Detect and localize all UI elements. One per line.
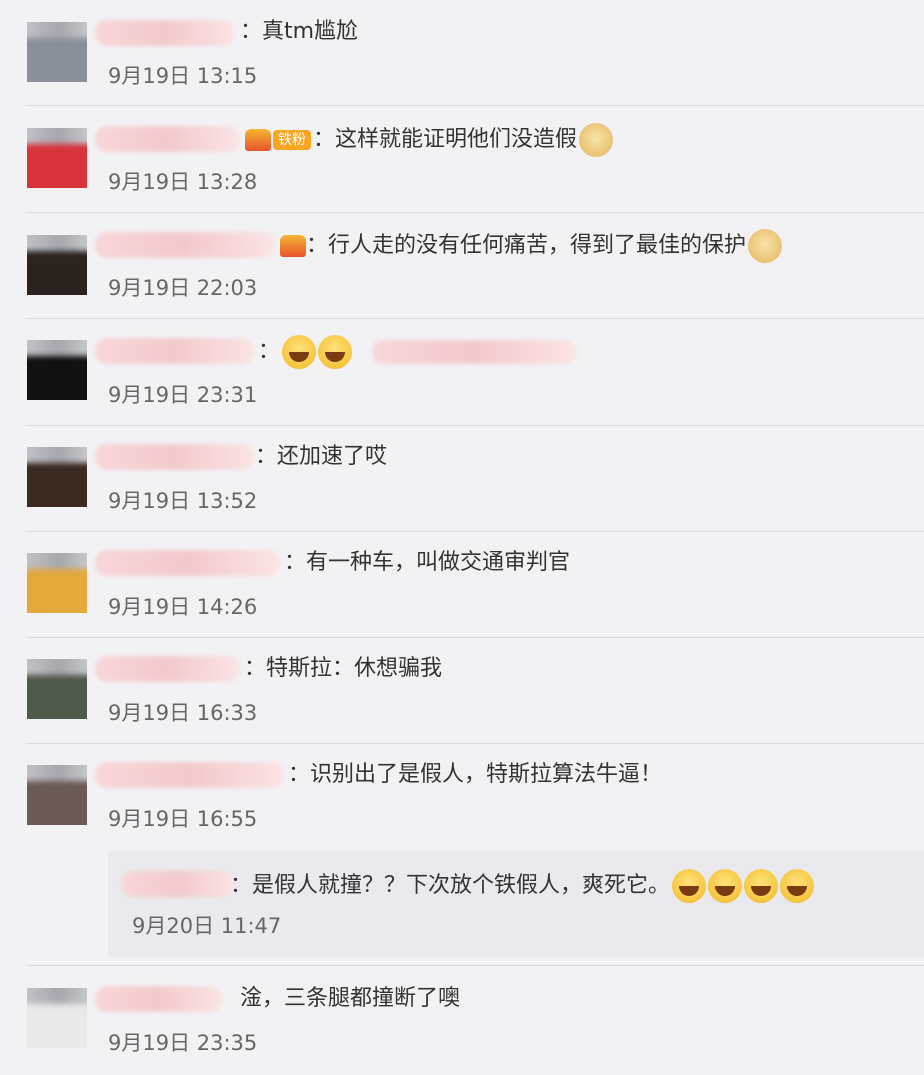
comment-time: 9月19日 13:15: [108, 64, 258, 88]
comment-text: ：真tm尴尬: [240, 19, 359, 44]
avatar[interactable]: [27, 659, 87, 719]
username[interactable]: [122, 871, 234, 897]
comment-time: 9月19日 23:35: [108, 1031, 258, 1055]
comment-text: ：: [258, 335, 353, 369]
divider: [27, 212, 924, 213]
avatar[interactable]: [27, 22, 87, 82]
comment-text: 铁粉 ：这样就能证明他们没造假: [245, 123, 614, 157]
comment-body: ：这样就能证明他们没造假: [313, 127, 578, 152]
avatar[interactable]: [27, 128, 87, 188]
comment-time: 9月19日 13:52: [108, 489, 258, 513]
username[interactable]: [95, 338, 255, 364]
laugh-cry-emoji-icon: [318, 335, 353, 369]
username[interactable]: [95, 232, 275, 258]
comment-text: ：还加速了哎: [255, 444, 388, 469]
divider: [27, 637, 924, 638]
comment-body: ：行人走的没有任何痛苦，得到了最佳的保护: [306, 233, 747, 258]
divider: [27, 105, 924, 106]
comment-text: 淦，三条腿都撞断了噢: [240, 986, 461, 1011]
avatar[interactable]: [27, 235, 87, 295]
comment-time: 9月19日 23:31: [108, 383, 258, 407]
reply-text: ：是假人就撞？？下次放个铁假人，爽死它。: [230, 869, 815, 903]
divider: [27, 318, 924, 319]
divider: [27, 531, 924, 532]
comment-time: 9月19日 13:28: [108, 170, 258, 194]
username[interactable]: [95, 20, 235, 46]
username[interactable]: [95, 444, 255, 470]
comment-time: 9月19日 16:33: [108, 701, 258, 725]
comment-text: ：特斯拉：休想骗我: [244, 656, 443, 681]
username[interactable]: [95, 986, 223, 1012]
comment-body: ：: [258, 339, 281, 364]
fan-badge: 铁粉: [273, 130, 311, 150]
comment-text: ：识别出了是假人，特斯拉算法牛逼！: [288, 762, 663, 787]
comment-text: ：有一种车，叫做交通审判官: [284, 550, 571, 575]
fan-crown-icon: [245, 129, 271, 151]
avatar[interactable]: [27, 447, 87, 507]
laugh-cry-emoji-icon: [672, 869, 707, 903]
divider: [27, 965, 924, 966]
comment-text: ：行人走的没有任何痛苦，得到了最佳的保护: [280, 229, 783, 263]
mention-link[interactable]: [372, 340, 577, 364]
avatar[interactable]: [27, 340, 87, 400]
username[interactable]: [95, 762, 285, 788]
avatar[interactable]: [27, 765, 87, 825]
comment-time: 9月19日 14:26: [108, 595, 258, 619]
laugh-cry-emoji-icon: [282, 335, 317, 369]
avatar[interactable]: [27, 988, 87, 1048]
reply-box: ：是假人就撞？？下次放个铁假人，爽死它。 9月20日 11:47: [108, 851, 924, 957]
fan-crown-icon: [280, 235, 306, 257]
username[interactable]: [95, 550, 280, 576]
laugh-cry-emoji-icon: [780, 869, 815, 903]
comment-time: 9月19日 22:03: [108, 276, 258, 300]
doge-emoji-icon: [748, 229, 783, 263]
username[interactable]: [95, 656, 240, 682]
comment-time: 9月19日 16:55: [108, 807, 258, 831]
reply-time: 9月20日 11:47: [132, 914, 282, 938]
laugh-cry-emoji-icon: [744, 869, 779, 903]
divider: [27, 425, 924, 426]
reply-body: ：是假人就撞？？下次放个铁假人，爽死它。: [230, 873, 671, 898]
doge-emoji-icon: [579, 123, 614, 157]
avatar[interactable]: [27, 553, 87, 613]
divider: [27, 743, 924, 744]
username[interactable]: [95, 126, 240, 152]
laugh-cry-emoji-icon: [708, 869, 743, 903]
